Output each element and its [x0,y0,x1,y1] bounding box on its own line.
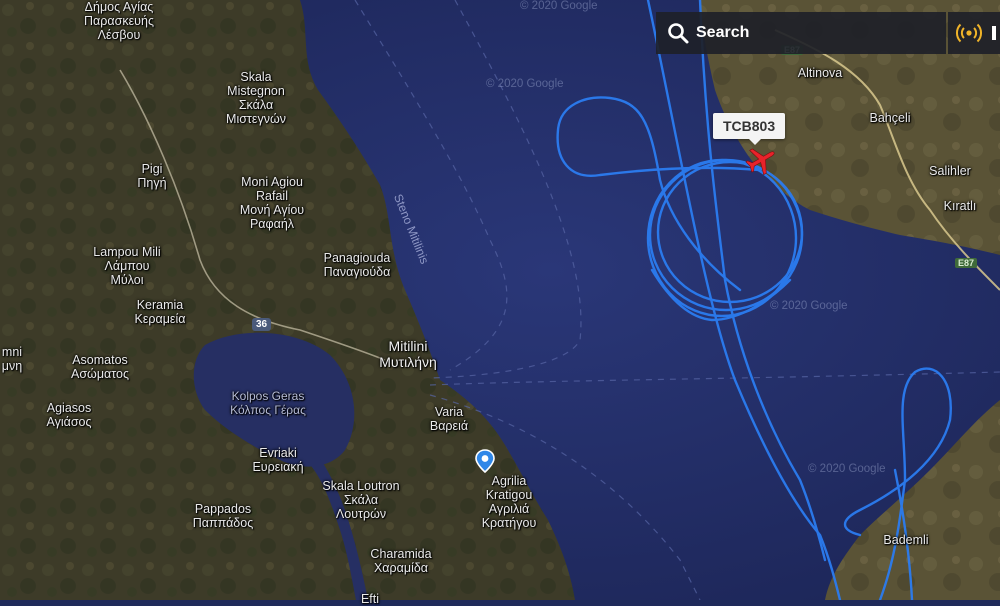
place-label-skala-loutron: Skala Loutron Σκάλα Λουτρών [322,479,400,521]
place-label-salihler: Salihler [929,164,971,178]
place-label-asomatos: Asomatos Ασώματος [71,353,129,381]
place-label-mitilini: Mitilini Μυτιλήνη [379,338,437,370]
map-watermark: © 2020 Google [486,78,564,90]
search-bar[interactable]: Search [656,12,946,54]
place-label-bademli: Bademli [883,533,929,547]
place-label-agrilia-kratigou: Agrilia Kratigou Αγριλιά Κρατήγου [481,474,537,530]
place-label-moni-agiou-rafail: Moni Agiou Rafail Μονή Αγίου Ραφαήλ [239,175,305,231]
place-label-kiratli: Kıratlı [943,199,977,213]
place-label-pigi: Pigi Πηγή [137,162,167,190]
place-label-efti: Efti [360,592,380,606]
search-icon [668,23,689,44]
place-label-charamida: Charamida Χαραμίδα [370,547,432,575]
road-badge-36: 36 [252,318,272,331]
place-label-keramia: Keramia Κεραμεία [134,298,186,326]
broadcast-icon [956,23,982,43]
place-label-varia: Varia Βαρειά [429,405,469,433]
flight-callsign-label[interactable]: TCB803 [713,113,786,145]
place-label-dimos-agias: Δήμος Αγίας Παρασκευής Λέσβου [84,0,154,42]
aircraft-icon[interactable] [744,143,778,177]
place-label-evriaki: Evriaki Ευρειακή [252,446,304,474]
place-label-lampou-mili: Lampou Mili Λάμπου Μύλοι [93,245,161,287]
place-label-kolpos-geras: Kolpos Geras Κόλπος Γέρας [230,389,306,417]
place-label-skala-mistegnon: Skala Mistegnon Σκάλα Μιστεγνών [226,70,286,126]
place-label-mni: mni μνη [1,345,23,373]
map-watermark: © 2020 Google [520,0,598,12]
location-pin-icon[interactable] [475,449,495,473]
place-label-bahceli: Bahçeli [869,111,911,125]
place-label-altinova: Altinova [797,66,843,80]
live-radar-button[interactable] [948,12,1000,54]
place-label-panagiouda: Panagiouda Παναγιούδα [323,251,391,279]
place-label-agiasos: Agiasos Αγιάσος [46,401,92,429]
map-watermark: © 2020 Google [770,300,848,312]
search-label: Search [696,24,750,41]
road-badge-e87: E87 [955,258,978,268]
map-watermark: © 2020 Google [808,463,886,475]
menu-edge [992,26,996,40]
place-label-pappados: Pappados Παππάδος [192,502,254,530]
